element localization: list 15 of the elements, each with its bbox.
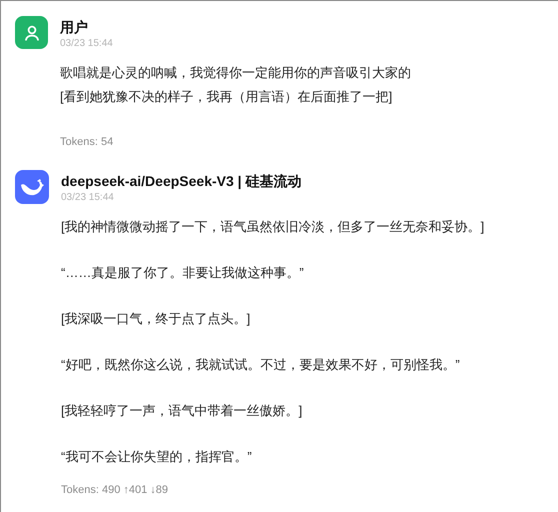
author-name: deepseek-ai/DeepSeek-V3 | 硅基流动 — [61, 172, 302, 191]
message-paragraph: [我的神情微微动摇了一下，语气虽然依旧冷淡，但多了一丝无奈和妥协。] — [61, 218, 484, 236]
message-paragraph: “我可不会让你失望的，指挥官。” — [61, 448, 253, 466]
message-paragraph: 歌唱就是心灵的呐喊，我觉得你一定能用你的声音吸引大家的 [看到她犹豫不决的样子，我再（用言语）在后面推了一把] — [60, 64, 411, 106]
message-time: 03/23 15:44 — [61, 191, 115, 205]
author-name: 用户 — [60, 18, 89, 37]
token-count: Tokens: 54 — [60, 135, 114, 149]
message-paragraph: “……真是服了你了。非要让我做这种事。” — [61, 264, 305, 282]
message-paragraph: [我轻轻哼了一声，语气中带着一丝傲娇。] — [61, 402, 304, 420]
token-count: Tokens: 490 ↑401 ↓89 — [61, 483, 170, 497]
message-paragraph: “好吧，既然你这么说，我就试试。不过，要是效果不好，可别怪我。” — [61, 356, 461, 374]
message-paragraph: [我深吸一口气，终于点了点头。] — [61, 310, 252, 328]
whale-avatar-icon — [15, 170, 49, 204]
message-time: 03/23 15:44 — [60, 37, 114, 51]
user-avatar-icon — [15, 16, 48, 49]
